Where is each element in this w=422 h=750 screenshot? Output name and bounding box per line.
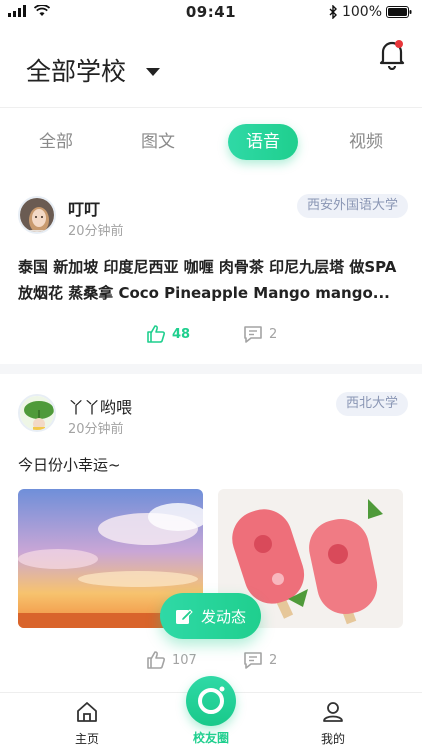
post-status-label: 发动态 [200, 607, 246, 626]
tab-video[interactable]: 视频 [334, 124, 398, 160]
tabbar-circle-button[interactable] [186, 676, 236, 726]
category-tabs: 全部 图文 语音 视频 [0, 124, 422, 164]
thumbs-up-icon [147, 325, 165, 343]
post-status-button[interactable]: 发动态 [160, 593, 261, 639]
post-content[interactable]: 泰国 新加坡 印度尼西亚 咖喱 肉骨茶 印尼九层塔 做SPA 放烟花 蒸桑拿 C… [18, 254, 406, 306]
chevron-down-icon[interactable] [146, 68, 160, 76]
status-right-group: 100% [329, 4, 412, 20]
author-name[interactable]: 叮叮 [68, 196, 100, 220]
edit-note-icon [175, 609, 193, 624]
author-name[interactable]: 丫丫哟喂 [68, 394, 132, 418]
tab-image-text[interactable]: 图文 [126, 124, 190, 160]
post-time: 20分钟前 [68, 422, 124, 437]
tabbar-circle-label[interactable]: 校友圈 [176, 729, 246, 746]
like-button[interactable]: 48 [146, 324, 190, 344]
school-badge[interactable]: 西北大学 [335, 392, 408, 416]
thumbs-up-icon [147, 651, 165, 669]
notification-bell-icon[interactable] [378, 38, 406, 70]
avatar-girl-icon [20, 198, 54, 232]
school-badge[interactable]: 西安外国语大学 [296, 194, 408, 218]
comment-icon [244, 652, 262, 669]
comment-count: 2 [269, 326, 278, 342]
comment-icon [244, 326, 262, 343]
post-content[interactable]: 今日份小幸运~ [18, 452, 406, 478]
tabbar-home[interactable]: 主页 [57, 701, 117, 747]
header: 全部学校 [0, 24, 422, 108]
battery-percent: 100% [341, 4, 382, 20]
user-icon [323, 702, 343, 722]
tabbar-me[interactable]: 我的 [303, 701, 363, 747]
avatar[interactable] [18, 394, 56, 432]
school-selector-title[interactable]: 全部学校 [26, 52, 126, 88]
tab-voice[interactable]: 语音 [228, 124, 298, 160]
avatar-cartoon-icon [20, 396, 54, 430]
tab-all[interactable]: 全部 [24, 124, 88, 160]
camera-ring-icon [198, 686, 225, 714]
comment-button[interactable]: 2 [243, 324, 277, 344]
tabbar-home-label: 主页 [74, 732, 99, 746]
like-count: 107 [172, 652, 197, 668]
comment-count: 2 [269, 652, 278, 668]
like-count: 48 [172, 326, 191, 342]
post-content-line: 放烟花 蒸桑拿 Coco Pineapple Mango mango... [18, 284, 390, 302]
post-time: 20分钟前 [68, 224, 124, 239]
comment-button[interactable]: 2 [243, 650, 277, 670]
like-button[interactable]: 107 [146, 650, 197, 670]
bluetooth-icon [329, 5, 337, 19]
home-icon [77, 702, 97, 722]
post-content-line: 泰国 新加坡 印度尼西亚 咖喱 肉骨茶 印尼九层塔 做SPA [18, 258, 397, 276]
post-card[interactable]: 叮叮 20分钟前 西安外国语大学 泰国 新加坡 印度尼西亚 咖喱 肉骨茶 印尼九… [0, 186, 422, 364]
tabbar-me-label: 我的 [320, 732, 345, 746]
post-divider [0, 364, 422, 374]
avatar[interactable] [18, 196, 56, 234]
battery-icon [386, 6, 412, 18]
status-bar: 09:41 100% [0, 0, 422, 24]
